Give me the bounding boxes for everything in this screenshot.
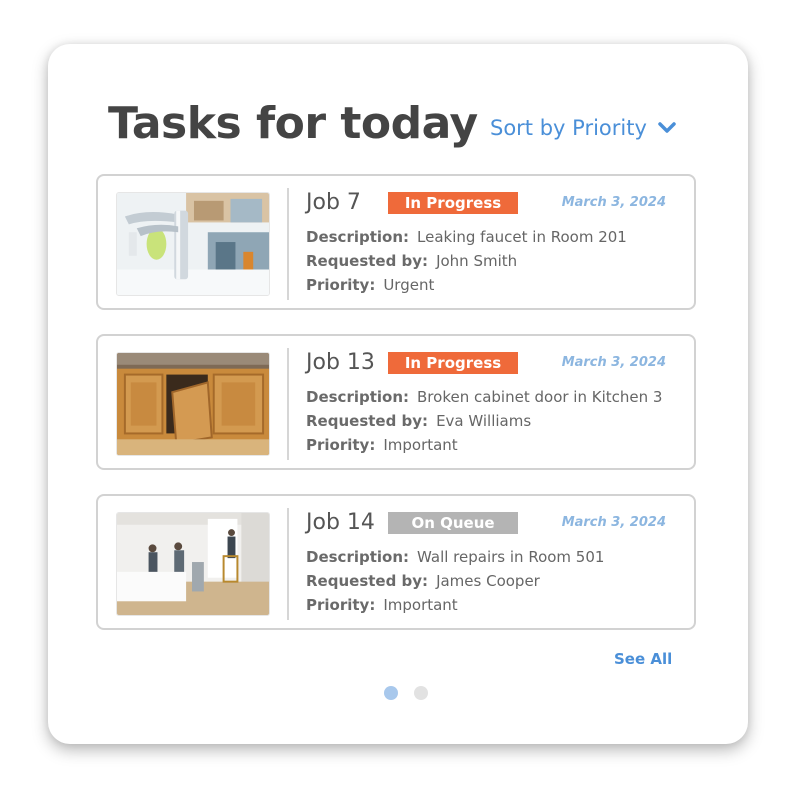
job-card-13[interactable]: Job 13 In Progress March 3, 2024 Descrip… [96,334,696,470]
priority-value: Important [383,436,458,454]
requested-by-label: Requested by: [306,252,429,270]
job-title: Job 7 [306,190,361,215]
priority-value: Important [383,596,458,614]
divider [287,348,289,460]
renovation-photo [116,512,270,616]
description-row: Description: Wall repairs in Room 501 [306,548,604,566]
job-date: March 3, 2024 [561,515,666,530]
job-card-14[interactable]: Job 14 On Queue March 3, 2024 Descriptio… [96,494,696,630]
description-value: Leaking faucet in Room 201 [417,228,627,246]
page-title: Tasks for today [108,98,478,149]
priority-row: Priority: Important [306,596,458,614]
faucet-photo [116,192,270,296]
pagination-dot-2[interactable] [414,686,428,700]
priority-label: Priority: [306,276,376,294]
sort-label: Sort by Priority [490,116,647,140]
requested-by-value: John Smith [436,252,518,270]
priority-value: Urgent [383,276,435,294]
job-title: Job 13 [306,350,375,375]
requested-by-row: Requested by: John Smith [306,252,517,270]
job-date: March 3, 2024 [561,195,666,210]
priority-row: Priority: Important [306,436,458,454]
description-value: Broken cabinet door in Kitchen 3 [417,388,663,406]
chevron-down-icon [658,122,676,133]
requested-by-label: Requested by: [306,572,429,590]
description-label: Description: [306,388,410,406]
requested-by-label: Requested by: [306,412,429,430]
priority-label: Priority: [306,436,376,454]
description-row: Description: Leaking faucet in Room 201 [306,228,627,246]
requested-by-row: Requested by: James Cooper [306,572,540,590]
description-label: Description: [306,228,410,246]
status-badge: In Progress [388,192,518,214]
description-row: Description: Broken cabinet door in Kitch… [306,388,662,406]
job-card-7[interactable]: Job 7 In Progress March 3, 2024 Descript… [96,174,696,310]
description-label: Description: [306,548,410,566]
see-all-link[interactable]: See All [614,650,672,668]
requested-by-value: Eva Williams [436,412,532,430]
description-value: Wall repairs in Room 501 [417,548,605,566]
priority-label: Priority: [306,596,376,614]
sort-dropdown[interactable]: Sort by Priority [490,116,677,140]
cabinet-photo [116,352,270,456]
divider [287,508,289,620]
tasks-card: Tasks for today Sort by Priority Job 7 I… [48,44,748,744]
pagination-dot-1-active[interactable] [384,686,398,700]
divider [287,188,289,300]
priority-row: Priority: Urgent [306,276,434,294]
requested-by-row: Requested by: Eva Williams [306,412,531,430]
job-title: Job 14 [306,510,375,535]
requested-by-value: James Cooper [436,572,540,590]
status-badge: In Progress [388,352,518,374]
status-badge: On Queue [388,512,518,534]
job-date: March 3, 2024 [561,355,666,370]
